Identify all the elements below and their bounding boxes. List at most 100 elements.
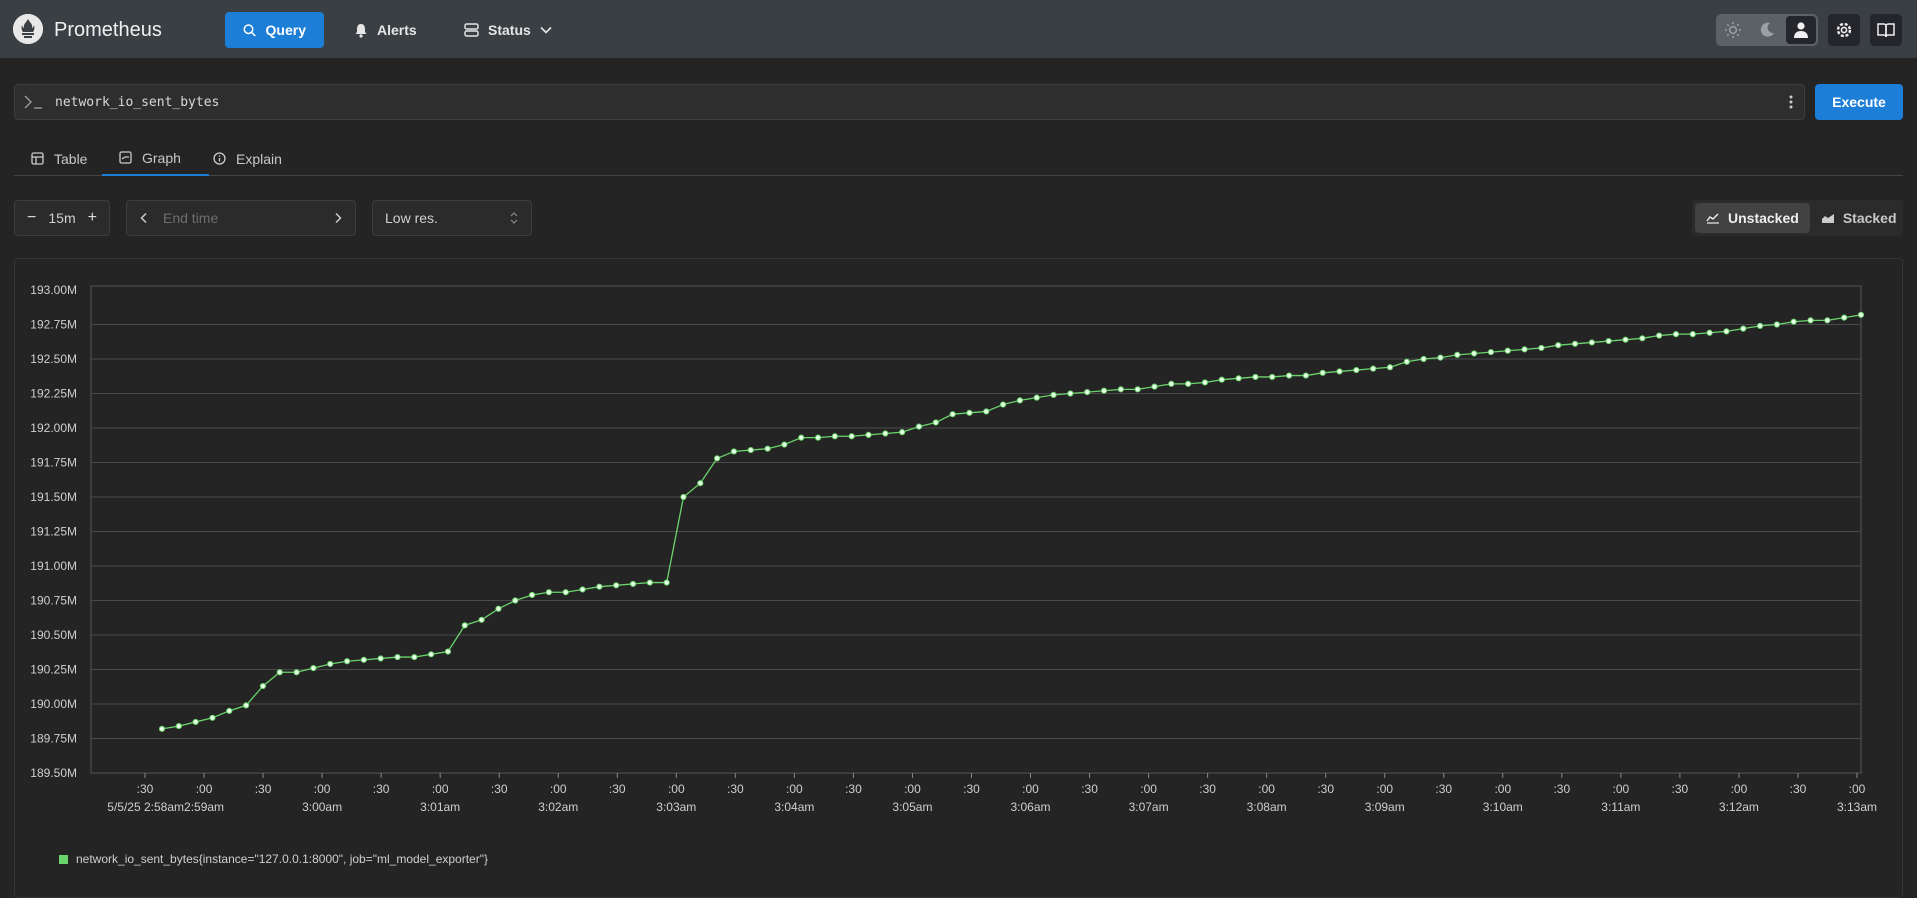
tab-graph-label: Graph xyxy=(142,149,181,166)
data-point xyxy=(1656,332,1663,339)
data-point xyxy=(428,651,435,658)
x-tick-label: :30 xyxy=(255,782,272,796)
resolution-value: Low res. xyxy=(385,210,438,226)
execute-button[interactable]: Execute xyxy=(1815,84,1903,120)
y-tick-label: 192.75M xyxy=(30,318,77,332)
data-point xyxy=(1235,375,1242,382)
x-tick-date-label: 3:04am xyxy=(774,800,814,814)
data-point xyxy=(1117,386,1124,393)
data-point xyxy=(1470,350,1478,357)
data-point xyxy=(192,718,199,726)
data-point xyxy=(1252,373,1259,381)
prometheus-logo-icon[interactable] xyxy=(13,14,43,44)
data-point xyxy=(983,408,990,415)
x-tick-label: :00 xyxy=(1022,782,1039,796)
data-point xyxy=(411,653,418,661)
x-tick-label: :00 xyxy=(196,782,213,796)
nav-status-button[interactable]: Status xyxy=(446,12,570,48)
stacked-label: Stacked xyxy=(1842,210,1897,226)
chart-legend[interactable]: network_io_sent_bytes{instance="127.0.0.… xyxy=(59,852,488,866)
end-time-input[interactable]: End time xyxy=(163,210,333,226)
chevron-left-icon[interactable] xyxy=(139,212,149,224)
range-value[interactable]: 15m xyxy=(48,210,75,226)
data-point xyxy=(1151,383,1158,390)
x-tick-date-label: 3:08am xyxy=(1247,800,1287,814)
nav-alerts-button[interactable]: Alerts xyxy=(336,12,435,48)
data-point xyxy=(1538,344,1545,352)
x-tick-date-label: 3:02am xyxy=(538,800,578,814)
data-point xyxy=(1706,329,1713,336)
data-point xyxy=(1201,379,1209,386)
data-point xyxy=(461,622,468,629)
theme-toggle-group xyxy=(1716,14,1818,46)
data-point xyxy=(1639,335,1646,342)
resolution-select[interactable]: Low res. xyxy=(372,200,532,236)
theme-dark-button[interactable] xyxy=(1750,14,1784,46)
chevron-right-icon[interactable] xyxy=(333,212,343,224)
tab-graph[interactable]: Graph xyxy=(102,141,209,176)
data-point xyxy=(1605,337,1612,345)
data-point xyxy=(579,586,586,593)
app-title[interactable]: Prometheus xyxy=(54,19,162,42)
increase-range-button[interactable]: + xyxy=(88,209,97,227)
x-tick-label: :30 xyxy=(727,782,744,796)
top-navbar: Prometheus Query Alerts Status xyxy=(0,0,1917,58)
sun-icon xyxy=(1725,22,1741,38)
theme-auto-button[interactable] xyxy=(1786,16,1816,44)
stacked-button[interactable]: Stacked xyxy=(1810,203,1908,233)
data-point xyxy=(798,434,805,441)
bell-icon xyxy=(355,23,367,38)
data-point xyxy=(1269,373,1276,381)
query-expression[interactable]: network_io_sent_bytes xyxy=(55,95,219,110)
unstacked-button[interactable]: Unstacked xyxy=(1695,203,1810,233)
x-tick-label: :30 xyxy=(1672,782,1689,796)
decrease-range-button[interactable]: − xyxy=(27,209,36,227)
data-point xyxy=(226,707,233,714)
data-point xyxy=(1487,349,1495,356)
nav-alerts-label: Alerts xyxy=(377,22,417,38)
theme-light-button[interactable] xyxy=(1716,14,1750,46)
docs-button[interactable] xyxy=(1870,14,1902,46)
data-point xyxy=(1756,322,1764,329)
tab-table[interactable]: Table xyxy=(31,141,87,176)
x-tick-label: :30 xyxy=(845,782,862,796)
data-point xyxy=(1033,394,1040,401)
x-tick-date-label: 5/5/25 2:58am xyxy=(107,800,184,814)
nav-query-label: Query xyxy=(265,22,306,38)
x-tick-date-label: 3:01am xyxy=(420,800,460,814)
data-point xyxy=(1555,342,1562,349)
data-point xyxy=(562,589,569,596)
x-tick-label: :00 xyxy=(1613,782,1630,796)
data-point xyxy=(915,423,923,430)
data-point xyxy=(932,419,939,426)
data-point xyxy=(848,433,855,440)
x-tick-label: :30 xyxy=(137,782,154,796)
nav-query-button[interactable]: Query xyxy=(225,12,324,48)
data-point xyxy=(1773,321,1780,328)
tab-explain[interactable]: Explain xyxy=(213,141,282,176)
x-tick-date-label: 3:10am xyxy=(1483,800,1523,814)
data-point xyxy=(478,616,485,623)
data-point xyxy=(1588,339,1595,346)
settings-button[interactable] xyxy=(1828,14,1860,46)
data-point xyxy=(1723,328,1730,335)
x-tick-date-label: 3:07am xyxy=(1129,800,1169,814)
data-point xyxy=(1403,358,1410,365)
data-point xyxy=(1016,397,1024,404)
range-control: − 15m + xyxy=(14,200,110,236)
data-point xyxy=(293,669,300,676)
graph-icon xyxy=(119,151,132,164)
query-input-box[interactable]: network_io_sent_bytes xyxy=(14,84,1805,120)
y-tick-label: 191.75M xyxy=(30,456,77,470)
data-point xyxy=(999,401,1007,408)
chevron-down-icon xyxy=(540,26,552,34)
data-point xyxy=(1504,347,1511,354)
x-tick-label: :30 xyxy=(491,782,508,796)
data-point xyxy=(596,583,603,590)
data-point xyxy=(444,648,452,655)
time-series-chart[interactable]: 193.00M 192.75M 192.50M 192.25M 192.00M 191.7… xyxy=(0,258,1917,848)
kebab-menu-icon[interactable] xyxy=(1788,93,1794,111)
data-point xyxy=(1420,355,1427,363)
data-point xyxy=(1370,365,1377,372)
data-point xyxy=(764,445,771,452)
